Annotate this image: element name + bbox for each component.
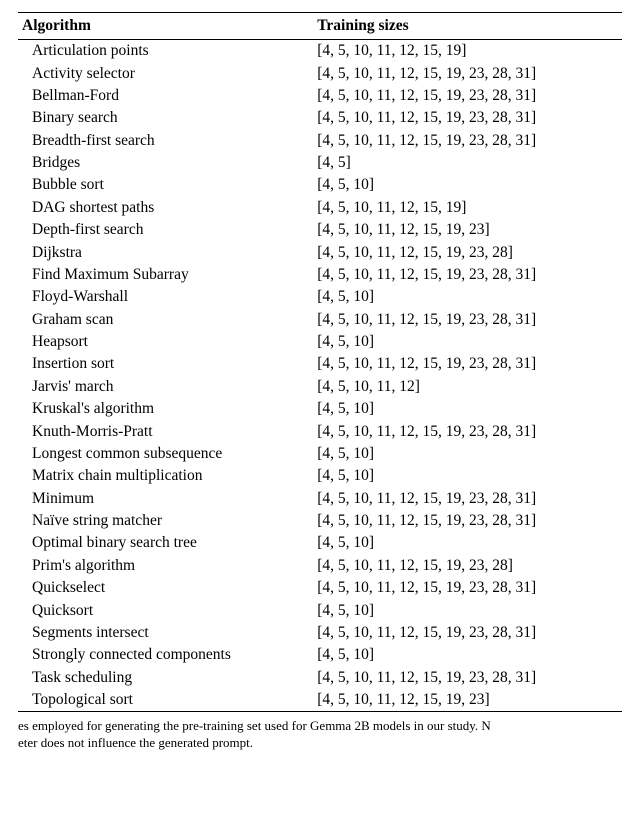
cell-training-sizes: [4, 5, 10] xyxy=(313,644,622,666)
cell-algorithm: Naïve string matcher xyxy=(18,510,313,532)
cell-algorithm: Jarvis' march xyxy=(18,376,313,398)
cell-training-sizes: [4, 5, 10, 11, 12, 15, 19, 23, 28, 31] xyxy=(313,667,622,689)
table-row: Segments intersect[4, 5, 10, 11, 12, 15,… xyxy=(18,622,622,644)
cell-algorithm: Optimal binary search tree xyxy=(18,532,313,554)
table-row: Bellman-Ford[4, 5, 10, 11, 12, 15, 19, 2… xyxy=(18,85,622,107)
table-row: Quickselect[4, 5, 10, 11, 12, 15, 19, 23… xyxy=(18,577,622,599)
cell-algorithm: Minimum xyxy=(18,488,313,510)
table-row: Floyd-Warshall[4, 5, 10] xyxy=(18,286,622,308)
cell-training-sizes: [4, 5, 10, 11, 12, 15, 19, 23] xyxy=(313,689,622,712)
cell-training-sizes: [4, 5, 10, 11, 12, 15, 19, 23, 28, 31] xyxy=(313,309,622,331)
cell-algorithm: DAG shortest paths xyxy=(18,197,313,219)
cell-training-sizes: [4, 5, 10, 11, 12, 15, 19] xyxy=(313,40,622,63)
table-row: Find Maximum Subarray[4, 5, 10, 11, 12, … xyxy=(18,264,622,286)
training-sizes-table: Algorithm Training sizes Articulation po… xyxy=(18,12,622,712)
table-row: Articulation points[4, 5, 10, 11, 12, 15… xyxy=(18,40,622,63)
table-row: Strongly connected components[4, 5, 10] xyxy=(18,644,622,666)
cell-training-sizes: [4, 5, 10] xyxy=(313,398,622,420)
cell-algorithm: Dijkstra xyxy=(18,241,313,263)
cell-training-sizes: [4, 5] xyxy=(313,152,622,174)
table-row: Longest common subsequence[4, 5, 10] xyxy=(18,443,622,465)
cell-training-sizes: [4, 5, 10, 11, 12, 15, 19, 23, 28, 31] xyxy=(313,353,622,375)
cell-training-sizes: [4, 5, 10] xyxy=(313,443,622,465)
cell-training-sizes: [4, 5, 10, 11, 12, 15, 19, 23] xyxy=(313,219,622,241)
cell-algorithm: Kruskal's algorithm xyxy=(18,398,313,420)
cell-algorithm: Longest common subsequence xyxy=(18,443,313,465)
cell-training-sizes: [4, 5, 10] xyxy=(313,532,622,554)
cell-algorithm: Graham scan xyxy=(18,309,313,331)
table-row: Breadth-first search[4, 5, 10, 11, 12, 1… xyxy=(18,130,622,152)
cell-algorithm: Bridges xyxy=(18,152,313,174)
cell-training-sizes: [4, 5, 10, 11, 12, 15, 19, 23, 28, 31] xyxy=(313,130,622,152)
table-row: Dijkstra[4, 5, 10, 11, 12, 15, 19, 23, 2… xyxy=(18,241,622,263)
cell-training-sizes: [4, 5, 10, 11, 12, 15, 19, 23, 28, 31] xyxy=(313,488,622,510)
table-row: Task scheduling[4, 5, 10, 11, 12, 15, 19… xyxy=(18,667,622,689)
cell-algorithm: Find Maximum Subarray xyxy=(18,264,313,286)
cell-algorithm: Depth-first search xyxy=(18,219,313,241)
table-row: Binary search[4, 5, 10, 11, 12, 15, 19, … xyxy=(18,107,622,129)
table-row: Bridges[4, 5] xyxy=(18,152,622,174)
cell-algorithm: Articulation points xyxy=(18,40,313,63)
table-row: Kruskal's algorithm[4, 5, 10] xyxy=(18,398,622,420)
cell-training-sizes: [4, 5, 10, 11, 12, 15, 19, 23, 28, 31] xyxy=(313,264,622,286)
cell-algorithm: Strongly connected components xyxy=(18,644,313,666)
cell-algorithm: Task scheduling xyxy=(18,667,313,689)
table-row: Activity selector[4, 5, 10, 11, 12, 15, … xyxy=(18,62,622,84)
cell-training-sizes: [4, 5, 10, 11, 12, 15, 19, 23, 28, 31] xyxy=(313,420,622,442)
cell-training-sizes: [4, 5, 10, 11, 12, 15, 19, 23, 28, 31] xyxy=(313,622,622,644)
cell-training-sizes: [4, 5, 10, 11, 12, 15, 19, 23, 28, 31] xyxy=(313,107,622,129)
cell-algorithm: Matrix chain multiplication xyxy=(18,465,313,487)
cell-algorithm: Activity selector xyxy=(18,62,313,84)
cell-training-sizes: [4, 5, 10] xyxy=(313,465,622,487)
table-caption: es employed for generating the pre-train… xyxy=(18,718,622,752)
table-row: Insertion sort[4, 5, 10, 11, 12, 15, 19,… xyxy=(18,353,622,375)
cell-algorithm: Quicksort xyxy=(18,599,313,621)
table-row: Heapsort[4, 5, 10] xyxy=(18,331,622,353)
cell-algorithm: Segments intersect xyxy=(18,622,313,644)
table-row: Minimum[4, 5, 10, 11, 12, 15, 19, 23, 28… xyxy=(18,488,622,510)
cell-algorithm: Bellman-Ford xyxy=(18,85,313,107)
cell-training-sizes: [4, 5, 10] xyxy=(313,331,622,353)
cell-algorithm: Bubble sort xyxy=(18,174,313,196)
cell-algorithm: Floyd-Warshall xyxy=(18,286,313,308)
cell-training-sizes: [4, 5, 10, 11, 12, 15, 19] xyxy=(313,197,622,219)
cell-training-sizes: [4, 5, 10, 11, 12, 15, 19, 23, 28] xyxy=(313,555,622,577)
table-row: Graham scan[4, 5, 10, 11, 12, 15, 19, 23… xyxy=(18,309,622,331)
table-row: Bubble sort[4, 5, 10] xyxy=(18,174,622,196)
cell-algorithm: Quickselect xyxy=(18,577,313,599)
header-training-sizes: Training sizes xyxy=(313,13,622,40)
cell-algorithm: Breadth-first search xyxy=(18,130,313,152)
cell-algorithm: Knuth-Morris-Pratt xyxy=(18,420,313,442)
cell-algorithm: Binary search xyxy=(18,107,313,129)
cell-training-sizes: [4, 5, 10, 11, 12, 15, 19, 23, 28, 31] xyxy=(313,510,622,532)
table-row: Naïve string matcher[4, 5, 10, 11, 12, 1… xyxy=(18,510,622,532)
cell-algorithm: Heapsort xyxy=(18,331,313,353)
cell-training-sizes: [4, 5, 10, 11, 12, 15, 19, 23, 28, 31] xyxy=(313,85,622,107)
cell-training-sizes: [4, 5, 10, 11, 12, 15, 19, 23, 28] xyxy=(313,241,622,263)
table-row: DAG shortest paths[4, 5, 10, 11, 12, 15,… xyxy=(18,197,622,219)
table-row: Prim's algorithm[4, 5, 10, 11, 12, 15, 1… xyxy=(18,555,622,577)
table-row: Optimal binary search tree[4, 5, 10] xyxy=(18,532,622,554)
table-row: Depth-first search[4, 5, 10, 11, 12, 15,… xyxy=(18,219,622,241)
caption-line-2: eter does not influence the generated pr… xyxy=(18,735,253,750)
cell-training-sizes: [4, 5, 10, 11, 12, 15, 19, 23, 28, 31] xyxy=(313,577,622,599)
cell-training-sizes: [4, 5, 10, 11, 12, 15, 19, 23, 28, 31] xyxy=(313,62,622,84)
cell-training-sizes: [4, 5, 10, 11, 12] xyxy=(313,376,622,398)
table-row: Quicksort[4, 5, 10] xyxy=(18,599,622,621)
cell-training-sizes: [4, 5, 10] xyxy=(313,599,622,621)
table-row: Matrix chain multiplication[4, 5, 10] xyxy=(18,465,622,487)
table-header-row: Algorithm Training sizes xyxy=(18,13,622,40)
cell-algorithm: Topological sort xyxy=(18,689,313,712)
caption-line-1: es employed for generating the pre-train… xyxy=(18,718,491,733)
cell-training-sizes: [4, 5, 10] xyxy=(313,286,622,308)
cell-training-sizes: [4, 5, 10] xyxy=(313,174,622,196)
table-row: Jarvis' march[4, 5, 10, 11, 12] xyxy=(18,376,622,398)
cell-algorithm: Insertion sort xyxy=(18,353,313,375)
header-algorithm: Algorithm xyxy=(18,13,313,40)
table-row: Knuth-Morris-Pratt[4, 5, 10, 11, 12, 15,… xyxy=(18,420,622,442)
cell-algorithm: Prim's algorithm xyxy=(18,555,313,577)
table-row: Topological sort[4, 5, 10, 11, 12, 15, 1… xyxy=(18,689,622,712)
